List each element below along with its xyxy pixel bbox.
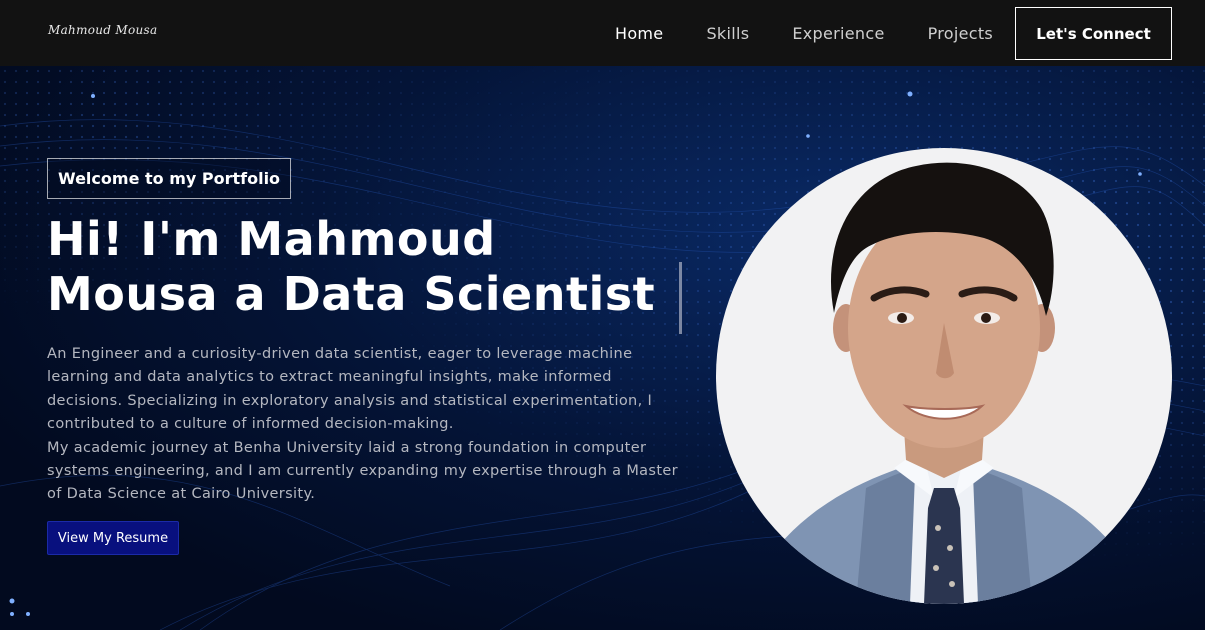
navbar: Mahmoud Mousa Home Skills Experience Pro… xyxy=(0,0,1205,66)
typing-cursor xyxy=(679,262,682,334)
lets-connect-button[interactable]: Let's Connect xyxy=(1015,7,1172,60)
view-resume-button[interactable]: View My Resume xyxy=(47,521,179,555)
hero-bio: An Engineer and a curiosity-driven data … xyxy=(47,343,687,507)
nav-link-skills[interactable]: Skills xyxy=(706,24,749,43)
headline-line-2: Mousa a Data Scientist xyxy=(47,267,656,321)
headline-line-1: Hi! I'm Mahmoud xyxy=(47,212,496,266)
welcome-badge: Welcome to my Portfolio xyxy=(47,158,292,199)
logo[interactable]: Mahmoud Mousa xyxy=(48,23,157,37)
portrait-icon xyxy=(756,162,1136,604)
nav-link-projects[interactable]: Projects xyxy=(928,24,993,43)
bio-paragraph-1: An Engineer and a curiosity-driven data … xyxy=(47,346,653,433)
nav-links: Home Skills Experience Projects xyxy=(615,24,1036,43)
hero-headline: Hi! I'm Mahmoud Mousa a Data Scientist xyxy=(47,212,707,322)
hero-section: Welcome to my Portfolio Hi! I'm Mahmoud … xyxy=(0,66,1205,630)
bio-paragraph-2: My academic journey at Benha University … xyxy=(47,439,678,503)
nav-link-experience[interactable]: Experience xyxy=(792,24,884,43)
nav-link-home[interactable]: Home xyxy=(615,24,663,43)
profile-photo xyxy=(716,148,1172,604)
